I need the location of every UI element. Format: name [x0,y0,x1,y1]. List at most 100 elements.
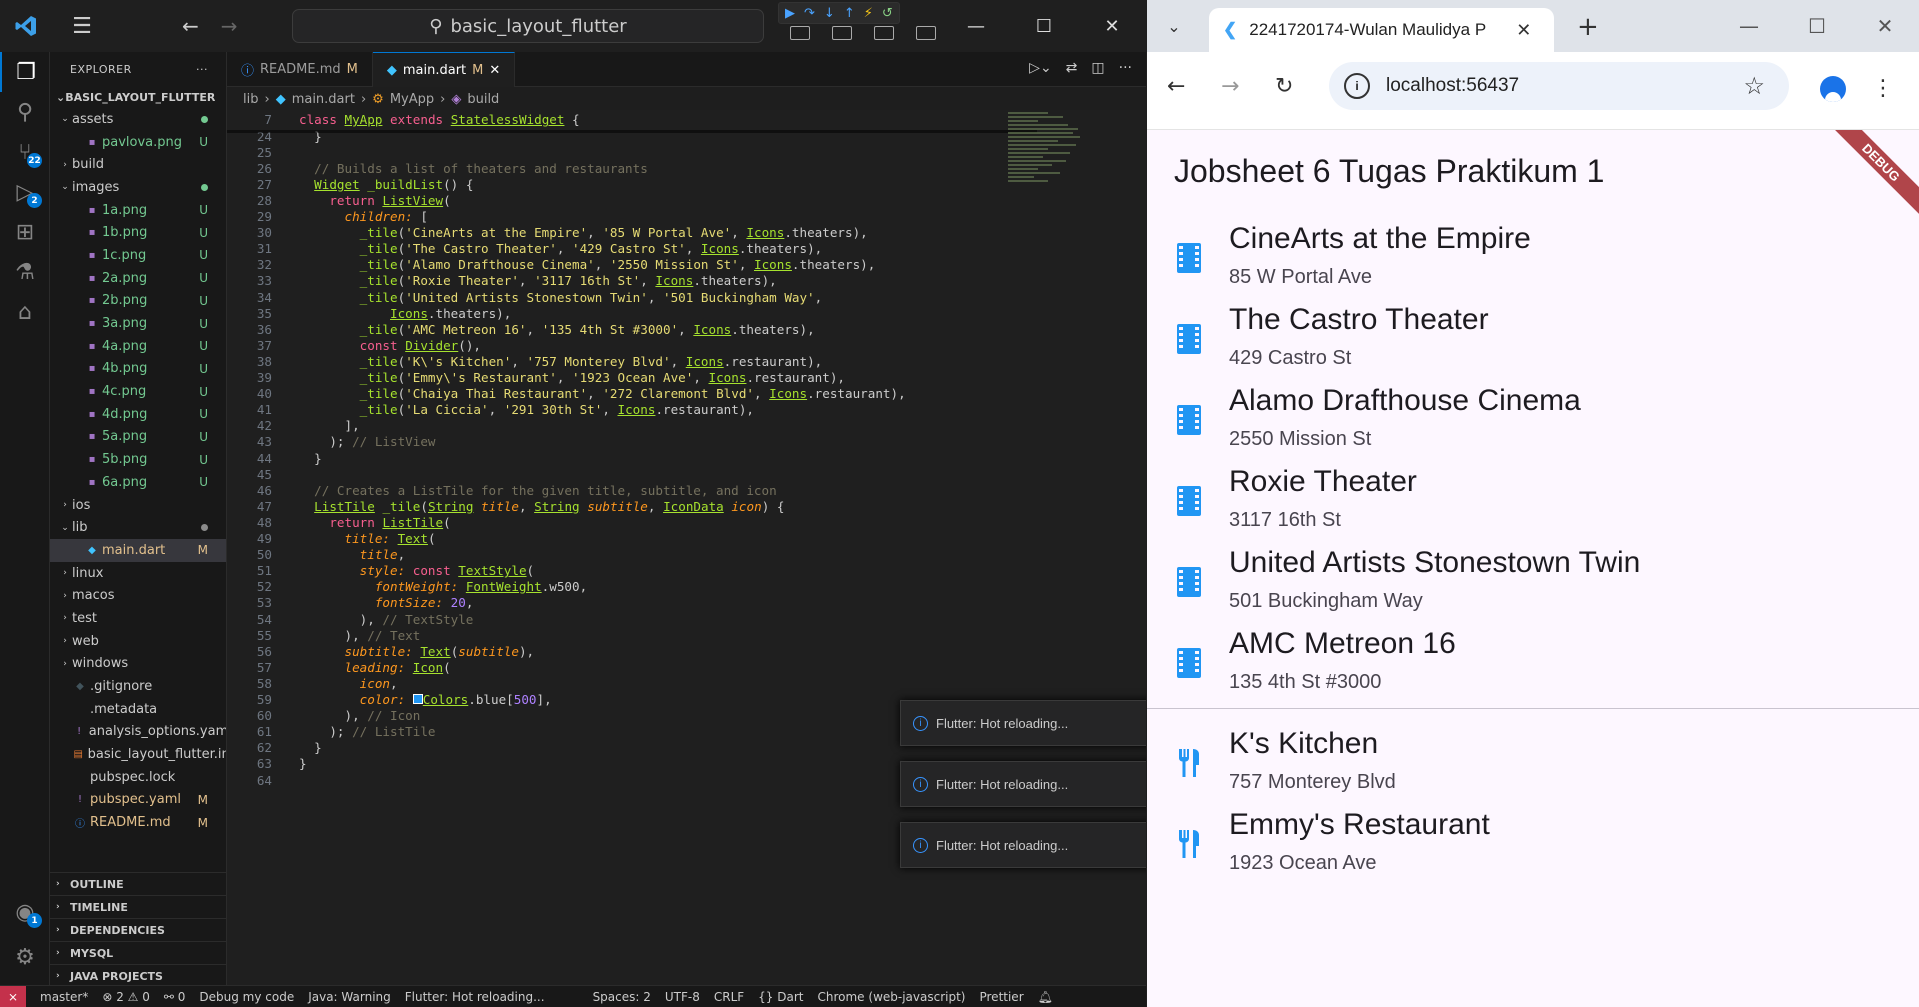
site-info-icon[interactable]: i [1344,73,1370,99]
forward-arrow-icon[interactable]: → [221,14,238,38]
tab-main-dart[interactable]: ◆ main.dart M ✕ [372,52,516,87]
tree-file[interactable]: ▪ 1c.png U [50,244,226,267]
line-ending[interactable]: CRLF [714,990,744,1004]
close-icon[interactable]: ✕ [1078,0,1146,52]
compare-icon[interactable]: ⇄ [1066,60,1078,76]
step-over-icon[interactable]: ↷ [804,6,815,21]
tree-folder[interactable]: › test [50,607,226,630]
tree-file[interactable]: pubspec.lock [50,766,226,789]
tree-file[interactable]: ▪ 4c.png U [50,380,226,403]
breadcrumb-item[interactable]: lib [243,92,258,107]
language-mode[interactable]: {} Dart [758,990,803,1004]
tab-readme[interactable]: ⓘ README.md M [227,52,373,87]
minimap[interactable] [1008,110,1088,240]
toggle-panel-icon[interactable] [832,26,852,40]
command-center-search[interactable]: ⚲ basic_layout_flutter [292,9,764,43]
java-status[interactable]: Java: Warning [308,990,391,1004]
prettier-status[interactable]: Prettier [979,990,1023,1004]
tree-folder[interactable]: › build [50,153,226,176]
sidebar-section[interactable]: › TIMELINE [50,895,227,918]
split-editor-icon[interactable]: ◫ [1091,60,1104,76]
tree-file[interactable]: ▪ pavlova.png U [50,131,226,154]
customize-layout-icon[interactable] [916,26,936,40]
tree-file[interactable]: ▪ 4d.png U [50,403,226,426]
sidebar-section[interactable]: › DEPENDENCIES [50,918,227,941]
more-actions-icon[interactable]: ··· [196,63,208,76]
close-tab-icon[interactable]: ✕ [1516,20,1531,41]
tree-folder[interactable]: ⌄ images [50,176,226,199]
tree-folder[interactable]: › ios [50,494,226,517]
maximize-icon[interactable]: ☐ [1010,0,1078,52]
minimize-icon[interactable]: — [1715,0,1783,52]
step-out-icon[interactable]: ↑ [844,6,855,21]
tree-file[interactable]: ▪ 1b.png U [50,221,226,244]
continue-icon[interactable]: ▶ [785,6,795,21]
tree-file[interactable]: ▪ 2b.png U [50,290,226,313]
tree-file[interactable]: ⓘ README.md M [50,811,226,834]
close-tab-icon[interactable]: ✕ [489,63,500,78]
tree-folder[interactable]: › linux [50,562,226,585]
indent-setting[interactable]: Spaces: 2 [593,990,651,1004]
source-control-icon[interactable]: ⑂ 22 [0,132,50,172]
tree-file[interactable]: ▪ 2a.png U [50,267,226,290]
run-debug-icon[interactable]: ▷ 2 [0,172,50,212]
bell-icon[interactable]: 🔔︎ [1038,990,1053,1004]
tree-file[interactable]: ▪ 6a.png U [50,471,226,494]
run-icon[interactable]: ▷⌄ [1029,60,1052,76]
toggle-secondary-sidebar-icon[interactable] [874,26,894,40]
remote-icon[interactable]: ⨯ [0,985,26,1007]
target-device[interactable]: Chrome (web-javascript) [818,990,966,1004]
maximize-icon[interactable]: ☐ [1783,0,1851,52]
search-view-icon[interactable]: ⚲ [0,92,50,132]
tree-file[interactable]: ▪ 1a.png U [50,199,226,222]
problems-count[interactable]: ⊗ 2 ⚠ 0 [102,990,150,1004]
tree-file[interactable]: ! pubspec.yaml M [50,789,226,812]
back-arrow-icon[interactable]: ← [182,14,199,38]
menu-kebab-icon[interactable]: ⋮ [1872,76,1894,101]
reload-icon[interactable]: ↻ [1275,74,1293,99]
more-icon[interactable]: ··· [1119,60,1132,76]
encoding[interactable]: UTF-8 [665,990,700,1004]
notification-toast[interactable]: i Flutter: Hot reloading... [900,822,1146,868]
notification-toast[interactable]: i Flutter: Hot reloading... [900,761,1146,807]
testing-icon[interactable]: ⚗ [0,252,50,292]
tree-folder[interactable]: › web [50,630,226,653]
project-root[interactable]: ⌄ BASIC_LAYOUT_FLUTTER [50,86,226,108]
debug-status[interactable]: Debug my code [199,990,294,1004]
hamburger-menu-icon[interactable]: ☰ [52,14,112,39]
ports-count[interactable]: ⚯ 0 [164,990,186,1004]
flutter-status[interactable]: Flutter: Hot reloading... [405,990,545,1004]
close-icon[interactable]: ✕ [1851,0,1919,52]
accounts-icon[interactable]: ◉ 1 [0,892,50,932]
notification-toast[interactable]: i Flutter: Hot reloading... [900,700,1146,746]
remote-explorer-icon[interactable]: ⌂ [0,292,50,332]
tree-folder[interactable]: › windows [50,653,226,676]
toggle-sidebar-icon[interactable] [790,26,810,40]
tree-file[interactable]: ◆ .gitignore [50,675,226,698]
tree-folder[interactable]: ⌄ lib [50,516,226,539]
tree-file[interactable]: ▪ 4a.png U [50,335,226,358]
extensions-icon[interactable]: ⊞ [0,212,50,252]
sidebar-section[interactable]: › OUTLINE [50,872,227,895]
explorer-icon[interactable]: ❐ [0,52,50,92]
bookmark-star-icon[interactable]: ☆ [1743,72,1765,101]
breadcrumb-item[interactable]: build [467,92,499,107]
new-tab-plus-icon[interactable]: + [1577,12,1599,42]
tree-folder[interactable]: › macos [50,584,226,607]
tree-file[interactable]: ▪ 4b.png U [50,358,226,381]
sidebar-section[interactable]: › JAVA PROJECTS [50,964,227,987]
tree-file[interactable]: ! analysis_options.yaml [50,721,226,744]
tree-file[interactable]: ◆ main.dart M [50,539,226,562]
breadcrumb-item[interactable]: main.dart [292,92,355,107]
code-editor[interactable]: 7 class MyApp extends StatelessWidget {24… [227,110,1146,985]
tree-file[interactable]: ▪ 5a.png U [50,426,226,449]
profile-avatar-icon[interactable] [1820,76,1846,102]
back-arrow-icon[interactable]: ← [1167,74,1185,99]
hot-reload-icon[interactable]: ⚡ [864,6,873,21]
tree-folder[interactable]: ⌄ assets [50,108,226,131]
step-into-icon[interactable]: ↓ [824,6,835,21]
restart-icon[interactable]: ↺ [882,6,893,21]
breadcrumb-item[interactable]: MyApp [390,92,434,107]
address-bar[interactable]: i localhost:56437 ☆ [1329,62,1789,110]
tree-file[interactable]: ▪ 3a.png U [50,312,226,335]
